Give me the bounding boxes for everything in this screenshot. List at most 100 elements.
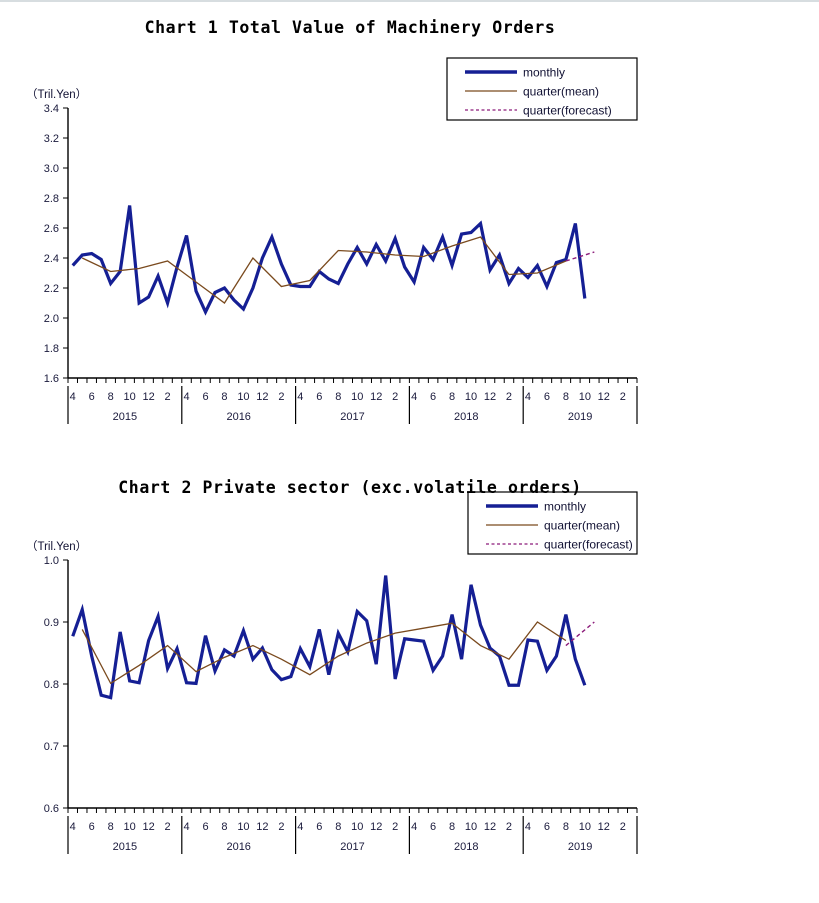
y-tick-label: 0.7 [44, 741, 59, 753]
y-tick-label: 2.8 [44, 193, 59, 205]
x-month-label: 8 [335, 391, 341, 403]
y-tick-label: 1.0 [44, 555, 59, 567]
y-tick-label: 3.4 [44, 103, 59, 115]
x-month-label: 2 [278, 821, 284, 833]
x-month-label: 4 [70, 391, 76, 403]
x-year-label: 2015 [113, 411, 137, 423]
x-month-label: 8 [221, 391, 227, 403]
x-month-label: 4 [411, 391, 417, 403]
x-month-label: 2 [165, 821, 171, 833]
x-month-label: 10 [465, 821, 477, 833]
x-month-label: 6 [202, 391, 208, 403]
x-month-label: 10 [237, 391, 249, 403]
chart-2-plot: 1.0 0.9 0.8 0.7 0.6 （Tril.Yen） 4 6 8 10 12 2 2015 4 6 8… [26, 491, 638, 854]
y-tick-label: 2.6 [44, 223, 59, 235]
x-month-label: 10 [124, 821, 136, 833]
x-month-label: 8 [108, 391, 114, 403]
x-month-label: 8 [335, 821, 341, 833]
x-month-label: 6 [316, 391, 322, 403]
legend-label: quarter(mean) [544, 519, 620, 533]
x-year-label: 2017 [340, 841, 364, 853]
x-month-label: 6 [430, 391, 436, 403]
x-month-label: 12 [370, 391, 382, 403]
x-month-label: 6 [202, 821, 208, 833]
x-year-label: 2015 [113, 841, 137, 853]
x-month-label: 10 [465, 391, 477, 403]
x-month-label: 6 [89, 391, 95, 403]
x-month-label: 2 [620, 821, 626, 833]
x-month-label: 8 [108, 821, 114, 833]
legend-label: quarter(mean) [523, 85, 599, 99]
x-month-label: 12 [484, 821, 496, 833]
x-year-label: 2019 [568, 411, 592, 423]
x-month-label: 8 [449, 391, 455, 403]
x-month-label: 4 [70, 821, 76, 833]
x-month-label: 10 [579, 821, 591, 833]
x-month-label: 6 [544, 821, 550, 833]
x-month-label: 12 [142, 821, 154, 833]
x-month-label: 2 [392, 821, 398, 833]
x-year-label: 2019 [568, 841, 592, 853]
x-month-label: 12 [256, 391, 268, 403]
legend-label: quarter(forecast) [523, 104, 612, 118]
x-month-label: 4 [525, 821, 531, 833]
x-month-label: 4 [297, 391, 303, 403]
legend: monthly quarter(mean) quarter(forecast) [467, 491, 638, 555]
chart-1-title: Chart 1 Total Value of Machinery Orders [144, 18, 556, 37]
x-month-label: 12 [256, 821, 268, 833]
x-month-label: 2 [506, 391, 512, 403]
x-month-label: 10 [124, 391, 136, 403]
y-tick-label: 1.6 [44, 373, 59, 385]
x-month-label: 10 [351, 821, 363, 833]
x-year-label: 2018 [454, 841, 478, 853]
y-tick-label: 1.8 [44, 343, 59, 355]
x-month-label: 8 [563, 821, 569, 833]
x-month-label: 4 [411, 821, 417, 833]
x-month-label: 12 [598, 391, 610, 403]
y-axis-unit-label: （Tril.Yen） [26, 88, 87, 101]
x-month-label: 6 [544, 391, 550, 403]
series-line-monthly [71, 205, 587, 316]
x-month-label: 2 [506, 821, 512, 833]
x-month-label: 8 [563, 391, 569, 403]
x-month-label: 2 [278, 391, 284, 403]
chart-2-panel: Chart 2 Private sector (exc.volatile ord… [0, 460, 819, 903]
x-month-label: 4 [183, 391, 189, 403]
x-month-label: 4 [183, 821, 189, 833]
y-tick-label: 3.2 [44, 133, 59, 145]
x-month-label: 6 [430, 821, 436, 833]
y-tick-label: 2.0 [44, 313, 59, 325]
x-month-label: 2 [620, 391, 626, 403]
legend: monthly quarter(mean) quarter(forecast) [446, 57, 638, 121]
y-tick-label: 0.9 [44, 617, 59, 629]
chart-1-plot: 3.4 3.2 3.0 2.8 2.6 2.4 2.2 2.0 1.8 1.6 （Tril.Yen）… [26, 57, 638, 424]
x-year-label: 2016 [226, 411, 250, 423]
chart-1-panel: Chart 1 Total Value of Machinery Orders … [0, 0, 819, 460]
y-tick-label: 2.2 [44, 283, 59, 295]
x-month-label: 4 [525, 391, 531, 403]
x-month-label: 8 [221, 821, 227, 833]
x-month-label: 10 [351, 391, 363, 403]
chart-2-title: Chart 2 Private sector (exc.volatile ord… [118, 478, 582, 497]
x-year-label: 2017 [340, 411, 364, 423]
x-month-label: 12 [142, 391, 154, 403]
x-month-label: 12 [370, 821, 382, 833]
x-month-label: 6 [316, 821, 322, 833]
x-month-label: 2 [165, 391, 171, 403]
x-month-label: 12 [484, 391, 496, 403]
x-year-label: 2016 [226, 841, 250, 853]
y-tick-label: 2.4 [44, 253, 59, 265]
x-month-label: 12 [598, 821, 610, 833]
x-month-label: 6 [89, 821, 95, 833]
x-month-label: 2 [392, 391, 398, 403]
x-month-label: 10 [579, 391, 591, 403]
series-line-quarter-mean [81, 236, 567, 304]
series-line-monthly [71, 575, 587, 700]
x-month-label: 4 [297, 821, 303, 833]
y-tick-label: 0.6 [44, 803, 59, 815]
legend-label: monthly [544, 500, 586, 514]
x-year-label: 2018 [454, 411, 478, 423]
y-axis-unit-label: （Tril.Yen） [26, 540, 87, 553]
legend-label: quarter(forecast) [544, 538, 633, 552]
y-tick-label: 3.0 [44, 163, 59, 175]
